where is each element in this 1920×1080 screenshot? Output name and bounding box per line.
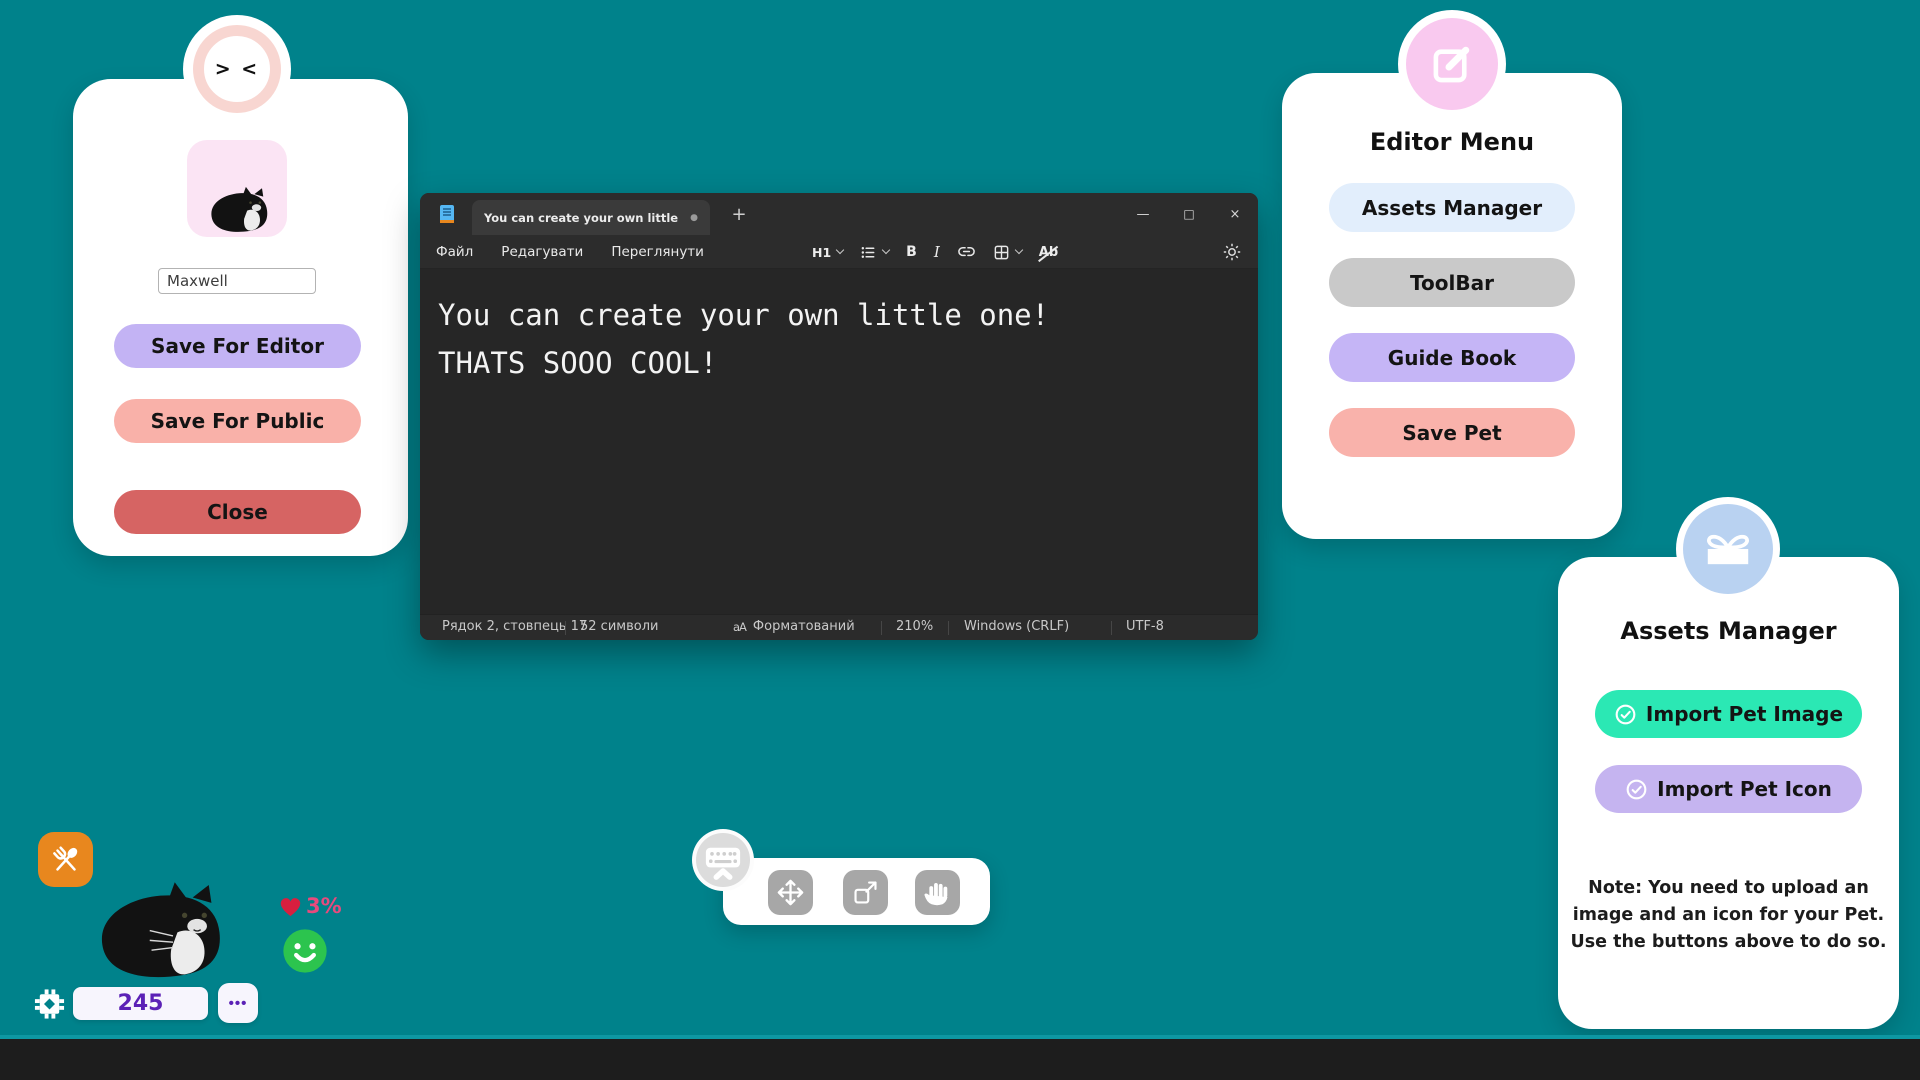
- window-controls: — □ ×: [1120, 193, 1258, 235]
- chevron-down-icon: [836, 246, 844, 254]
- pet-face-badge: > <: [183, 15, 291, 123]
- format-mode: aA Форматований: [733, 619, 855, 634]
- pet-face-emoticon: > <: [215, 58, 259, 80]
- text-line: THATS SOOO COOL!: [438, 346, 717, 380]
- edit-icon: [1429, 41, 1475, 87]
- hand-tool-button[interactable]: [915, 870, 960, 915]
- assets-manager-title: Assets Manager: [1558, 617, 1899, 645]
- mood-smiley-button[interactable]: [282, 928, 328, 974]
- assets-manager-button[interactable]: Assets Manager: [1329, 183, 1575, 232]
- notepad-window: You can create your own little one! ● + …: [420, 193, 1258, 640]
- chevron-down-icon: [882, 246, 890, 254]
- notepad-status-bar: Рядок 2, стовпець 17 52 символи aA Форма…: [420, 614, 1258, 640]
- line-ending: Windows (CRLF): [964, 619, 1069, 634]
- editor-menu-badge: [1398, 10, 1506, 118]
- list-icon: [860, 244, 877, 261]
- assets-manager-badge: [1676, 497, 1780, 601]
- heading-dropdown[interactable]: H1: [812, 245, 843, 260]
- notepad-menubar: Файл Редагувати Переглянути H1 B I: [420, 235, 1258, 269]
- edit-icon-circle: [1406, 18, 1498, 110]
- format-toolbar: H1 B I Ab: [812, 235, 1058, 269]
- import-pet-icon-button[interactable]: Import Pet Icon: [1595, 765, 1862, 813]
- encoding: UTF-8: [1126, 619, 1164, 634]
- move-icon: [775, 877, 806, 908]
- desktop: { "colors": { "background": "#00828b", "…: [0, 0, 1920, 1080]
- notepad-titlebar: You can create your own little one! ● + …: [420, 193, 1258, 235]
- pet-face-ring: > <: [193, 25, 281, 113]
- editor-menu-title: Editor Menu: [1282, 128, 1622, 156]
- note-line: image and an icon for your Pet.: [1568, 902, 1889, 929]
- pet-name-input[interactable]: [158, 268, 316, 294]
- gift-icon: [1702, 527, 1754, 571]
- close-button[interactable]: Close: [114, 490, 361, 534]
- link-icon: [957, 243, 976, 262]
- keyboard-icon: [701, 838, 745, 882]
- notepad-text-area[interactable]: You can create your own little one! THAT…: [420, 269, 1258, 614]
- resize-icon: [851, 878, 880, 907]
- menu-file[interactable]: Файл: [436, 244, 473, 260]
- divider: [565, 621, 566, 635]
- pet-tools-bar: [723, 858, 990, 925]
- italic-button[interactable]: I: [934, 243, 940, 261]
- save-for-public-button[interactable]: Save For Public: [114, 399, 361, 443]
- tab-title: You can create your own little one!: [484, 211, 682, 225]
- pet-image-preview: [187, 140, 287, 237]
- divider: [881, 621, 882, 635]
- save-pet-button[interactable]: Save Pet: [1329, 408, 1575, 457]
- note-line: Use the buttons above to do so.: [1568, 929, 1889, 956]
- check-circle-icon: [1614, 703, 1637, 726]
- heart-icon: [277, 893, 304, 919]
- divider: [1111, 621, 1112, 635]
- notepad-app-icon: [436, 203, 458, 225]
- save-for-editor-button[interactable]: Save For Editor: [114, 324, 361, 368]
- assets-note: Note: You need to upload an image and an…: [1568, 875, 1889, 956]
- table-dropdown[interactable]: [993, 244, 1022, 261]
- settings-gear-icon[interactable]: [1222, 242, 1242, 262]
- clear-formatting-button[interactable]: Ab: [1039, 245, 1058, 260]
- taskbar[interactable]: [0, 1035, 1920, 1080]
- bold-button[interactable]: B: [906, 244, 917, 260]
- new-tab-button[interactable]: +: [726, 201, 752, 227]
- notepad-tab[interactable]: You can create your own little one! ●: [472, 200, 710, 235]
- minimize-button[interactable]: —: [1120, 193, 1166, 235]
- desktop-pet-cat[interactable]: [80, 872, 232, 990]
- maximize-button[interactable]: □: [1166, 193, 1212, 235]
- format-icon: aA: [733, 620, 746, 634]
- toolbar-button[interactable]: ToolBar: [1329, 258, 1575, 307]
- divider: [948, 621, 949, 635]
- check-circle-icon: [1625, 778, 1648, 801]
- table-icon: [993, 244, 1010, 261]
- menu-view[interactable]: Переглянути: [611, 244, 704, 260]
- assets-manager-card: Assets Manager Import Pet Image Import P…: [1558, 557, 1899, 1029]
- editor-menu-card: Editor Menu Assets Manager ToolBar Guide…: [1282, 73, 1622, 539]
- note-line: Note: You need to upload an: [1568, 875, 1889, 902]
- link-button[interactable]: [957, 243, 976, 262]
- chevron-down-icon: [1015, 246, 1023, 254]
- cat-image: [201, 183, 273, 237]
- unsaved-indicator-dot: ●: [690, 213, 698, 223]
- text-line: You can create your own little one!: [438, 298, 1049, 332]
- menu-edit[interactable]: Редагувати: [501, 244, 583, 260]
- hand-icon: [923, 878, 952, 907]
- fork-spoon-icon: [48, 842, 84, 878]
- love-percentage: 3%: [306, 894, 342, 918]
- guide-book-button[interactable]: Guide Book: [1329, 333, 1575, 382]
- gift-icon-circle: [1683, 504, 1773, 594]
- list-dropdown[interactable]: [860, 244, 889, 261]
- points-counter: 245: [73, 987, 208, 1020]
- pet-editor-card: > < Save For Editor Save For Public Clos…: [73, 79, 408, 556]
- keyboard-toggle-button[interactable]: [692, 829, 754, 891]
- more-options-button[interactable]: •••: [218, 983, 258, 1023]
- import-pet-image-button[interactable]: Import Pet Image: [1595, 690, 1862, 738]
- resize-tool-button[interactable]: [843, 870, 888, 915]
- chip-icon: [33, 986, 66, 1022]
- char-count: 52 символи: [580, 619, 658, 634]
- move-tool-button[interactable]: [768, 870, 813, 915]
- zoom-level: 210%: [896, 619, 933, 634]
- close-window-button[interactable]: ×: [1212, 193, 1258, 235]
